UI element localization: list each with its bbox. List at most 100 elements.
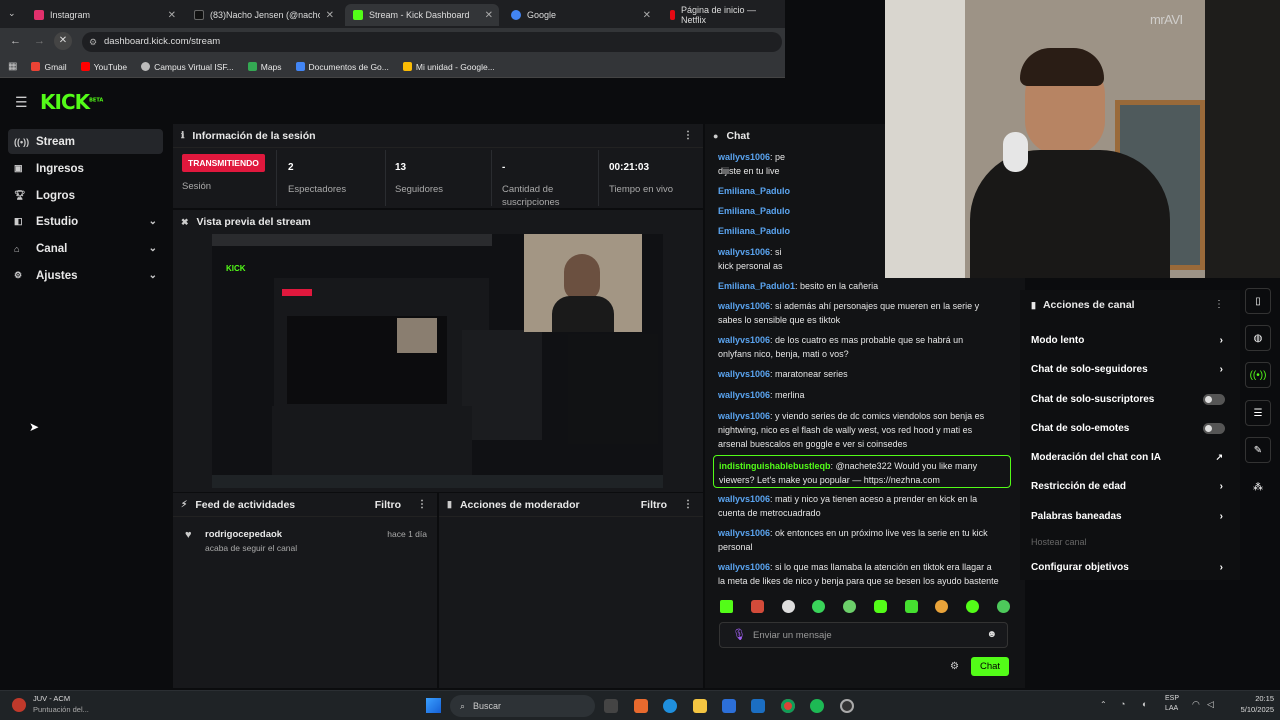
chat-username[interactable]: Emiliana_Padulo: [718, 186, 790, 196]
spotify-icon[interactable]: [810, 699, 824, 713]
chat-input[interactable]: 🎙︎ Enviar un mensaje ☻: [719, 622, 1008, 648]
chat-send-button[interactable]: Chat: [971, 657, 1009, 676]
forward-icon[interactable]: →: [34, 35, 45, 47]
wifi-icon[interactable]: ◠: [1192, 699, 1200, 710]
list-icon[interactable]: ☰: [1245, 400, 1271, 426]
sidebar-item-ajustes[interactable]: ⚙ Ajustes ⌄: [8, 263, 163, 288]
subscribers-only-toggle[interactable]: [1203, 393, 1225, 405]
emote-icon[interactable]: [750, 600, 764, 613]
chat-username[interactable]: Emiliana_Padulo: [718, 206, 790, 216]
followers-only-row[interactable]: Chat de solo-seguidores ›: [1031, 360, 1231, 378]
chat-settings-icon[interactable]: ⚙: [950, 661, 959, 672]
emote-icon[interactable]: [935, 600, 949, 613]
sidebar-item-estudio[interactable]: ◧ Estudio ⌄: [8, 209, 163, 234]
chat-username[interactable]: wallyvs1006: [718, 247, 770, 257]
close-icon[interactable]: ✕: [643, 10, 651, 21]
taskbar-search[interactable]: ⌕ Buscar: [450, 695, 595, 717]
emote-icon[interactable]: [720, 600, 733, 613]
store-icon[interactable]: [722, 699, 736, 713]
filter-button[interactable]: Filtro: [641, 499, 667, 511]
filter-button[interactable]: Filtro: [375, 499, 401, 511]
sidebar-item-ingresos[interactable]: ▣ Ingresos: [8, 156, 163, 181]
close-icon[interactable]: ✕: [168, 10, 176, 21]
language-top[interactable]: ESP: [1165, 695, 1179, 702]
configure-goals-row[interactable]: Configurar objetivos ›: [1031, 558, 1231, 576]
copilot-icon[interactable]: [634, 699, 648, 713]
url-field[interactable]: ⚙ dashboard.kick.com/stream: [82, 32, 782, 52]
banned-words-row[interactable]: Palabras baneadas ›: [1031, 507, 1231, 525]
outlook-icon[interactable]: [751, 699, 765, 713]
chat-username[interactable]: wallyvs1006: [718, 390, 770, 400]
clock-time[interactable]: 20:15: [1228, 694, 1274, 703]
tab-instagram[interactable]: Instagram ✕: [26, 4, 182, 26]
stop-loading-icon[interactable]: ✕: [54, 32, 72, 50]
sidebar-item-logros[interactable]: 🏆︎ Logros: [8, 183, 163, 208]
chat-username[interactable]: wallyvs1006: [718, 562, 770, 572]
emote-icon[interactable]: [873, 600, 887, 613]
chat-bubble-icon[interactable]: ◍: [1245, 325, 1271, 351]
emote-icon[interactable]: [904, 600, 918, 613]
age-restriction-row[interactable]: Restricción de edad ›: [1031, 477, 1231, 495]
chat-username[interactable]: wallyvs1006: [718, 411, 770, 421]
file-explorer-icon[interactable]: [693, 699, 707, 713]
tab-netflix[interactable]: Página de inicio — Netflix: [662, 4, 785, 26]
sidebar-item-canal[interactable]: ⌂ Canal ⌄: [8, 236, 163, 261]
kebab-menu-icon[interactable]: ⋮: [683, 130, 693, 141]
volume-icon[interactable]: ◁: [1207, 699, 1214, 710]
emote-icon[interactable]: [812, 600, 826, 613]
page-icon[interactable]: ▯: [1245, 288, 1271, 314]
app-icon[interactable]: [840, 699, 854, 713]
emote-icon[interactable]: [843, 600, 857, 613]
tab-list-icon[interactable]: ⌄: [8, 8, 16, 19]
emotes-only-toggle[interactable]: [1203, 422, 1225, 434]
chat-username[interactable]: wallyvs1006: [718, 301, 770, 311]
chrome-icon[interactable]: [781, 699, 795, 713]
tray-icon[interactable]: ◐: [1142, 699, 1147, 709]
bookmark-drive[interactable]: Mi unidad - Google...: [402, 62, 495, 72]
tab-kick-dashboard[interactable]: Stream - Kick Dashboard ✕: [345, 4, 499, 26]
chat-username[interactable]: wallyvs1006: [718, 152, 770, 162]
site-info-icon[interactable]: ⚙: [89, 32, 97, 52]
close-icon[interactable]: ✕: [326, 10, 334, 21]
chat-username[interactable]: wallyvs1006: [718, 369, 770, 379]
chat-username[interactable]: wallyvs1006: [718, 528, 770, 538]
kick-logo[interactable]: KICKBETA: [40, 90, 103, 114]
wrench-icon[interactable]: ✎: [1245, 437, 1271, 463]
kebab-menu-icon[interactable]: ⋮: [683, 499, 693, 510]
slow-mode-row[interactable]: Modo lento ›: [1031, 331, 1231, 349]
sports-widget-icon[interactable]: [12, 698, 26, 712]
bookmark-campus[interactable]: Campus Virtual ISF...: [141, 62, 234, 72]
emote-icon[interactable]: [781, 600, 795, 613]
back-icon[interactable]: ←: [10, 35, 21, 47]
emote-icon[interactable]: [996, 600, 1010, 613]
emote-icon[interactable]: [966, 600, 980, 613]
chat-username[interactable]: Emiliana_Padulo1: [718, 281, 795, 291]
kebab-menu-icon[interactable]: ⋮: [417, 499, 427, 510]
sidebar-item-stream[interactable]: ((•)) Stream: [8, 129, 163, 154]
microphone-icon[interactable]: 🎙︎: [732, 628, 746, 641]
connections-icon[interactable]: ⁂: [1245, 474, 1271, 500]
edge-icon[interactable]: [663, 699, 677, 713]
chat-username[interactable]: Emiliana_Padulo: [718, 226, 790, 236]
activity-user[interactable]: rodrigocepedaok: [205, 529, 282, 540]
task-view-icon[interactable]: [604, 699, 618, 713]
broadcast-icon[interactable]: ((•)): [1245, 362, 1271, 388]
menu-icon[interactable]: ☰: [15, 94, 28, 111]
bookmark-maps[interactable]: Maps: [247, 62, 282, 72]
chat-username[interactable]: wallyvs1006: [718, 494, 770, 504]
kebab-menu-icon[interactable]: ⋮: [1214, 299, 1224, 310]
bookmark-docs[interactable]: Documentos de Go...: [295, 62, 389, 72]
stream-preview-video[interactable]: KICK: [212, 234, 663, 488]
emoji-icon[interactable]: ☻: [986, 629, 997, 640]
windows-start-icon[interactable]: [426, 698, 441, 713]
bookmark-gmail[interactable]: Gmail: [31, 62, 67, 72]
tray-icon[interactable]: ◔: [1120, 699, 1125, 709]
tab-google[interactable]: Google ✕: [503, 4, 657, 26]
chevron-up-icon[interactable]: ⌃: [1100, 700, 1107, 709]
bookmark-youtube[interactable]: YouTube: [80, 62, 127, 72]
chat-username[interactable]: wallyvs1006: [718, 335, 770, 345]
tab-tiktok[interactable]: (83)Nacho Jensen (@nachojen ✕: [186, 4, 340, 26]
chat-username[interactable]: indistinguishablebustleqb: [719, 461, 831, 471]
apps-grid-icon[interactable]: ▦: [8, 61, 17, 72]
close-icon[interactable]: ✕: [485, 10, 493, 21]
